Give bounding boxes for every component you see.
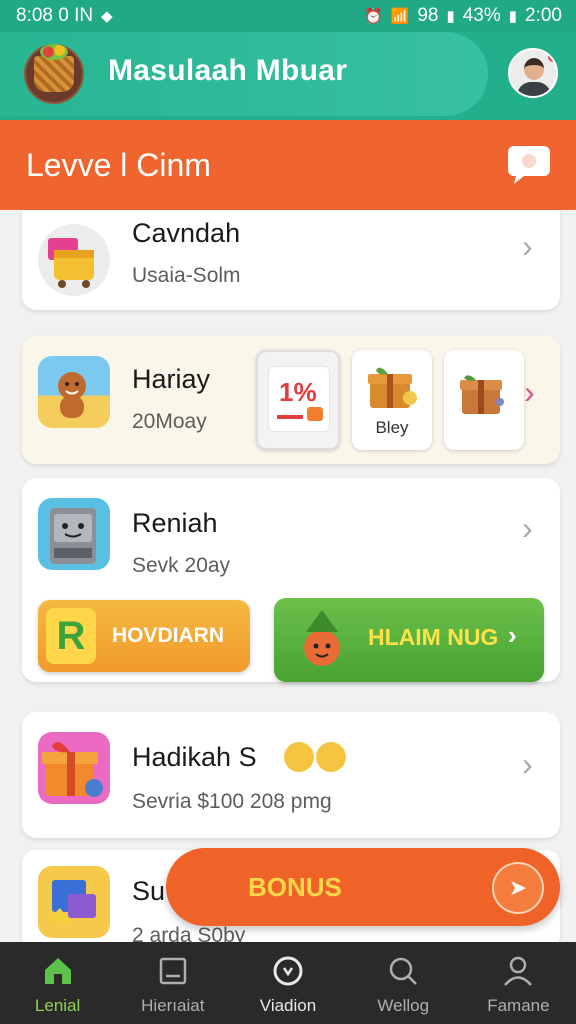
chevron-right-icon: ›: [522, 746, 533, 782]
avatar-head: [524, 58, 544, 80]
home-icon: [44, 958, 71, 984]
chevron-right-icon: ›: [522, 228, 533, 264]
search-icon: [389, 957, 418, 985]
card-title: Hadikah S: [132, 742, 257, 772]
card-subtitle: Sevria $100 208 pmg: [132, 790, 332, 813]
discount-tag: 1%: [268, 366, 330, 432]
gingerbread-icon: [38, 356, 110, 428]
nav-item-profile[interactable]: Famane: [461, 942, 576, 1024]
status-bar: 8:08 0 IN ◆ ⏰ 📶 98 ▮ 43% ▮ 2:00: [0, 0, 576, 32]
app-logo[interactable]: [24, 44, 84, 104]
nav-label: Lenial: [34, 996, 81, 1015]
alarm-icon: ⏰: [363, 8, 383, 25]
wifi-icon: 📶: [390, 8, 410, 25]
chevron-right-icon[interactable]: ›: [524, 374, 535, 411]
card-title: Cavndah: [132, 218, 241, 248]
person-icon: [504, 956, 533, 986]
chevron-right-icon: ›: [508, 620, 517, 650]
signal-icon: ▮: [446, 8, 455, 25]
list-item[interactable]: Reniah Sevk 20ay › R HOVDIARN HLAIM NUG …: [22, 478, 560, 682]
card-title: Hariay: [132, 364, 211, 394]
notification-icon: ◆: [101, 8, 113, 25]
basket-icon: [34, 44, 74, 92]
list-item[interactable]: Hariay 20Moay 1% Bley ›: [22, 336, 560, 464]
offer-gift[interactable]: Bley: [352, 350, 432, 450]
offer-discount[interactable]: 1%: [256, 350, 340, 450]
app-bar: Masulaah Mbuar: [0, 32, 576, 120]
clock-icon: [273, 956, 303, 986]
robot-icon: [38, 498, 110, 570]
battery-icon: ▮: [508, 8, 518, 25]
hlaim-nug-button[interactable]: HLAIM NUG ›: [274, 598, 544, 682]
button-label: HLAIM NUG: [368, 624, 499, 650]
list-item[interactable]: Hadikah S Sevria $100 208 pmg ›: [22, 712, 560, 838]
square-icon: [159, 957, 187, 985]
nav-item-third[interactable]: Viadion: [230, 942, 345, 1024]
letter-r-icon: R: [46, 608, 96, 664]
nav-label: Famane: [487, 996, 550, 1015]
card-subtitle: Usaia-Solm: [132, 264, 241, 287]
gift-icon: [38, 732, 110, 804]
app-title: Masulaah Mbuar: [108, 54, 348, 87]
send-arrow-icon[interactable]: ➤: [492, 862, 544, 914]
card-subtitle: Sevk 20ay: [132, 554, 231, 577]
luggage-icon: [38, 224, 110, 296]
bottom-nav: Lenial Hierıaiat Viadion Wellog Famane: [0, 942, 576, 1024]
network-label: 98: [417, 5, 439, 26]
list-item[interactable]: Cavndah Usaia-Solm ›: [22, 210, 560, 310]
avatar-body: [517, 82, 551, 96]
chevron-right-icon: ›: [522, 510, 533, 546]
mascot-icon: [304, 610, 340, 666]
discount-label: 1%: [279, 377, 317, 407]
battery-percent: 43%: [462, 5, 501, 26]
nav-item-second[interactable]: Hierıaiat: [115, 942, 230, 1024]
button-label: HOVDIARN: [112, 624, 225, 647]
gift-bundle-icon: [38, 866, 110, 938]
status-left-text: 8:08 0 IN: [16, 5, 94, 26]
hovdiarn-button[interactable]: R HOVDIARN: [38, 600, 250, 672]
emoji-icon: [284, 742, 314, 772]
card-subtitle: 20Moay: [132, 410, 207, 433]
mini-gift-icon: [307, 407, 323, 421]
banner-title: Levve l Cinm: [26, 146, 211, 183]
chat-bubble-icon[interactable]: [506, 140, 552, 186]
discount-bar: [277, 415, 303, 419]
level-banner: Levve l Cinm: [0, 120, 576, 210]
nav-label: Viadion: [259, 996, 317, 1015]
nav-item-fourth[interactable]: Wellog: [346, 942, 461, 1024]
nav-label: Hierıaiat: [141, 996, 205, 1015]
bonus-label: BONUS: [248, 872, 342, 902]
nav-item-home[interactable]: Lenial: [0, 942, 115, 1024]
card-title: Su: [132, 876, 166, 906]
bonus-button[interactable]: BONUS ➤: [166, 848, 560, 926]
status-time: 2:00: [525, 5, 562, 26]
emoji-icon: [316, 742, 346, 772]
notification-dot: [548, 52, 556, 62]
gift-box-icon: [368, 367, 417, 408]
offer-label: Bley: [375, 418, 409, 437]
profile-avatar[interactable]: [508, 48, 558, 98]
nav-label: Wellog: [377, 996, 430, 1015]
offer-gift-2[interactable]: [444, 350, 524, 450]
gift-box-icon: [460, 375, 504, 414]
card-title: Reniah: [132, 508, 218, 538]
